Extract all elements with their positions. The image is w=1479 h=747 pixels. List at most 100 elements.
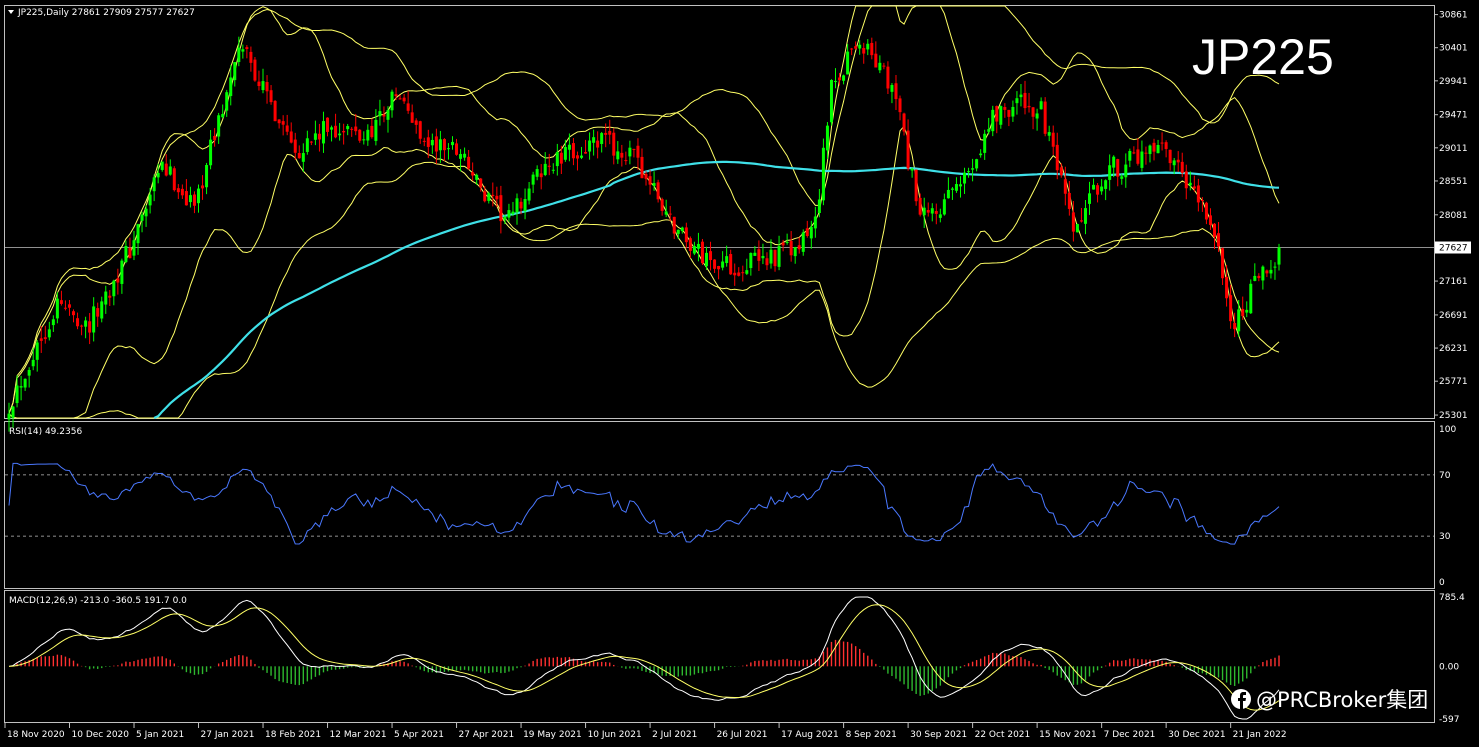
candle-body[interactable] <box>221 114 225 118</box>
candle-body[interactable] <box>608 131 612 135</box>
candle-body[interactable] <box>987 129 991 132</box>
candle-body[interactable] <box>160 161 164 170</box>
candle-body[interactable] <box>1204 202 1208 220</box>
candle-body[interactable] <box>1269 269 1273 274</box>
candle-body[interactable] <box>426 137 430 147</box>
candle-body[interactable] <box>1160 142 1164 144</box>
candle-body[interactable] <box>535 169 539 177</box>
candle-body[interactable] <box>1043 101 1047 134</box>
candle-body[interactable] <box>555 152 559 167</box>
candle-body[interactable] <box>930 208 934 214</box>
candle-body[interactable] <box>1217 233 1221 247</box>
candle-body[interactable] <box>950 188 954 190</box>
candle-body[interactable] <box>59 300 63 304</box>
candle-body[interactable] <box>749 252 753 269</box>
candle-body[interactable] <box>753 252 757 256</box>
candle-body[interactable] <box>1140 151 1144 168</box>
candle-body[interactable] <box>285 125 289 132</box>
candle-body[interactable] <box>152 177 156 192</box>
candle-body[interactable] <box>543 163 547 175</box>
candle-body[interactable] <box>471 172 475 176</box>
candle-body[interactable] <box>942 199 946 215</box>
candle-body[interactable] <box>918 197 922 215</box>
candle-body[interactable] <box>1221 248 1225 279</box>
candle-body[interactable] <box>1047 132 1051 136</box>
candle-body[interactable] <box>1241 308 1245 317</box>
candle-body[interactable] <box>11 406 15 418</box>
candle-body[interactable] <box>1067 192 1071 209</box>
candle-body[interactable] <box>1249 283 1253 314</box>
candle-body[interactable] <box>1253 275 1257 281</box>
candle-body[interactable] <box>584 151 588 154</box>
candle-body[interactable] <box>668 213 672 215</box>
candle-body[interactable] <box>793 247 797 257</box>
trading-chart[interactable]: 30861 30401 29941 29471 29011 28551 28081 27627… <box>0 0 1479 747</box>
candle-body[interactable] <box>301 153 305 162</box>
candle-body[interactable] <box>176 188 180 193</box>
candle-body[interactable] <box>604 132 608 135</box>
candle-body[interactable] <box>652 183 656 186</box>
candle-body[interactable] <box>455 143 459 155</box>
candle-body[interactable] <box>1148 145 1152 155</box>
candle-body[interactable] <box>995 106 999 122</box>
candle-body[interactable] <box>342 131 346 133</box>
candle-body[interactable] <box>1208 215 1212 225</box>
candle-body[interactable] <box>862 47 866 54</box>
candle-body[interactable] <box>704 252 708 267</box>
candle-body[interactable] <box>136 224 140 244</box>
candle-body[interactable] <box>132 240 136 256</box>
candle-body[interactable] <box>1096 185 1100 195</box>
candle-body[interactable] <box>225 92 229 111</box>
candle-body[interactable] <box>1055 144 1059 171</box>
candle-body[interactable] <box>709 251 713 261</box>
candle-body[interactable] <box>1092 184 1096 190</box>
candle-body[interactable] <box>172 168 176 191</box>
candle-body[interactable] <box>858 44 862 49</box>
candle-body[interactable] <box>27 369 31 376</box>
candle-body[interactable] <box>664 211 668 215</box>
candle-body[interactable] <box>156 172 160 178</box>
candle-body[interactable] <box>257 81 261 87</box>
candle-body[interactable] <box>446 148 450 150</box>
candle-body[interactable] <box>700 241 704 264</box>
candle-body[interactable] <box>773 249 777 267</box>
candle-body[interactable] <box>511 211 515 214</box>
candle-body[interactable] <box>23 378 27 388</box>
candle-body[interactable] <box>922 207 926 216</box>
candle-body[interactable] <box>612 132 616 156</box>
candle-body[interactable] <box>213 135 217 140</box>
candle-body[interactable] <box>434 136 438 152</box>
candle-body[interactable] <box>640 156 644 179</box>
candle-body[interactable] <box>829 79 833 123</box>
candle-body[interactable] <box>636 145 640 158</box>
candle-body[interactable] <box>809 227 813 239</box>
candle-body[interactable] <box>265 82 269 92</box>
candle-body[interactable] <box>1079 220 1083 222</box>
candle-body[interactable] <box>326 117 330 132</box>
candle-body[interactable] <box>769 249 773 264</box>
candle-body[interactable] <box>797 245 801 250</box>
candle-body[interactable] <box>1003 107 1007 110</box>
candle-body[interactable] <box>616 151 620 160</box>
candle-body[interactable] <box>1108 165 1112 180</box>
candle-body[interactable] <box>406 103 410 111</box>
candle-body[interactable] <box>1156 145 1160 154</box>
macd-panel[interactable] <box>8 596 1280 720</box>
candle-body[interactable] <box>1039 101 1043 110</box>
candle-body[interactable] <box>188 195 192 203</box>
candle-body[interactable] <box>201 185 205 189</box>
candle-body[interactable] <box>1273 266 1277 268</box>
candle-body[interactable] <box>1188 182 1192 186</box>
candle-body[interactable] <box>84 320 88 327</box>
candle-body[interactable] <box>729 254 733 275</box>
candle-body[interactable] <box>205 164 209 188</box>
candle-body[interactable] <box>124 245 128 263</box>
candle-body[interactable] <box>281 121 285 125</box>
candle-body[interactable] <box>229 77 233 97</box>
candle-body[interactable] <box>168 166 172 175</box>
candle-body[interactable] <box>592 137 596 143</box>
candle-body[interactable] <box>394 94 398 97</box>
candle-body[interactable] <box>854 46 858 49</box>
candle-body[interactable] <box>801 232 805 252</box>
candle-body[interactable] <box>19 386 23 388</box>
